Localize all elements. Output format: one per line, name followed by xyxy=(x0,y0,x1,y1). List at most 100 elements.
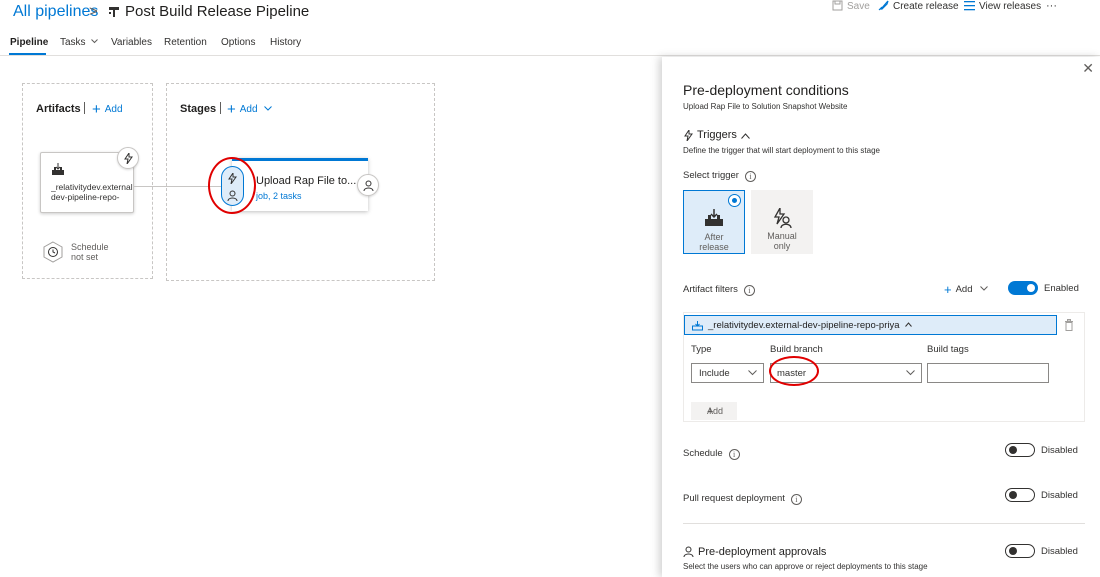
build-artifact-icon xyxy=(692,321,703,331)
pull-request-deployment-state: Disabled xyxy=(1041,490,1078,501)
build-branch-column-label: Build branch xyxy=(770,344,823,355)
add-stage-label: Add xyxy=(239,104,258,115)
add-artifact-filter-label: Add xyxy=(955,284,973,295)
plus-icon: + xyxy=(944,282,952,297)
radio-selected-icon xyxy=(728,194,741,207)
tab-retention[interactable]: Retention xyxy=(164,37,207,48)
artifact-filters-label: Artifact filters i xyxy=(683,284,755,296)
schedule-state: Disabled xyxy=(1041,445,1078,456)
artifact-filter-box: _relativitydev.external-dev-pipeline-rep… xyxy=(683,312,1085,422)
panel-subtitle: Upload Rap File to Solution Snapshot Web… xyxy=(683,102,848,111)
schedule-line-2: not set xyxy=(71,252,99,262)
rocket-icon xyxy=(878,0,889,11)
tab-bar: Pipeline Tasks Variables Retention Optio… xyxy=(0,34,1100,56)
chevron-up-icon xyxy=(905,322,913,327)
chevron-up-icon xyxy=(741,133,750,139)
triggers-heading: Triggers xyxy=(697,129,737,141)
trigger-icon xyxy=(684,130,693,141)
tab-tasks-label: Tasks xyxy=(60,37,86,48)
schedule-clock-icon[interactable] xyxy=(42,241,64,263)
add-artifact-filter-button[interactable]: + Add xyxy=(944,282,988,297)
chevron-down-icon xyxy=(264,106,273,111)
artifact-filters-label-text: Artifact filters xyxy=(683,284,738,295)
artifact-filters-toggle[interactable] xyxy=(1008,281,1038,295)
pull-request-deployment-toggle[interactable] xyxy=(1005,488,1035,502)
manual-trigger-icon xyxy=(773,208,792,228)
continuous-deployment-trigger-button[interactable] xyxy=(117,147,139,169)
chevron-down-icon xyxy=(91,39,99,44)
filter-type-select[interactable]: Include xyxy=(691,363,764,383)
info-icon[interactable]: i xyxy=(790,494,802,505)
trigger-option-manual-only[interactable]: Manual only xyxy=(751,190,813,254)
stage-summary-link[interactable]: job, 2 tasks xyxy=(256,191,302,201)
lightning-icon xyxy=(124,153,133,164)
add-artifact-button[interactable]: + Add xyxy=(92,101,123,118)
post-deployment-conditions-button[interactable] xyxy=(357,174,379,196)
trigger-after-release-line-1: After xyxy=(704,232,724,242)
breadcrumb-all-pipelines[interactable]: All pipelines xyxy=(13,3,98,21)
artifact-filter-name: _relativitydev.external-dev-pipeline-rep… xyxy=(708,320,913,331)
info-icon[interactable]: i xyxy=(728,449,740,460)
artifacts-separator xyxy=(84,102,85,114)
trigger-after-release-line-2: release xyxy=(699,242,729,252)
header-bar: All pipelines > Post Build Release Pipel… xyxy=(13,0,1057,21)
highlight-annotation-ring xyxy=(208,157,256,214)
page-title: Post Build Release Pipeline xyxy=(125,3,310,20)
schedule-label: Schedule i xyxy=(683,448,740,460)
release-pipeline-icon xyxy=(109,7,119,17)
pre-deployment-conditions-panel: ✕ Pre-deployment conditions Upload Rap F… xyxy=(662,57,1100,577)
stage-name: Upload Rap File to... xyxy=(256,175,357,187)
close-panel-button[interactable]: ✕ xyxy=(1082,60,1094,77)
highlight-annotation-ring xyxy=(769,356,819,386)
chevron-down-icon xyxy=(980,286,988,291)
schedule-status: Schedule not set xyxy=(71,242,109,262)
save-icon xyxy=(832,0,843,11)
trigger-manual-only-label: Manual only xyxy=(751,231,813,251)
artifact-filter-header[interactable]: _relativitydev.external-dev-pipeline-rep… xyxy=(684,315,1057,335)
tab-tasks[interactable]: Tasks xyxy=(60,37,99,48)
chevron-down-icon xyxy=(906,370,915,376)
info-icon[interactable]: i xyxy=(743,285,755,296)
trigger-manual-only-line-2: only xyxy=(773,241,791,251)
pre-deployment-approvals-state: Disabled xyxy=(1041,546,1078,557)
schedule-toggle[interactable] xyxy=(1005,443,1035,457)
add-filter-row-text: Add xyxy=(707,406,724,416)
plus-icon: + xyxy=(92,101,101,118)
active-tab-indicator xyxy=(9,53,46,55)
section-divider xyxy=(683,523,1085,524)
build-artifact-icon xyxy=(52,163,64,175)
pre-deployment-approvals-heading[interactable]: Pre-deployment approvals xyxy=(698,546,826,558)
pull-request-deployment-label: Pull request deployment i xyxy=(683,493,802,505)
tab-options[interactable]: Options xyxy=(221,37,255,48)
build-artifact-icon xyxy=(705,209,723,226)
trigger-option-after-release[interactable]: After release xyxy=(683,190,745,254)
artifact-filters-state: Enabled xyxy=(1044,283,1079,294)
tab-pipeline[interactable]: Pipeline xyxy=(10,37,48,48)
person-icon xyxy=(683,546,694,557)
type-column-label: Type xyxy=(691,344,712,355)
select-trigger-label-text: Select trigger xyxy=(683,170,739,181)
tab-variables[interactable]: Variables xyxy=(111,37,152,48)
build-tags-input[interactable] xyxy=(927,363,1049,383)
trigger-manual-only-line-1: Manual xyxy=(767,231,797,241)
breadcrumb-separator: > xyxy=(89,3,98,20)
person-icon xyxy=(363,180,374,191)
artifact-filter-name-text: _relativitydev.external-dev-pipeline-rep… xyxy=(708,320,900,331)
list-icon xyxy=(964,1,975,11)
schedule-line-1: Schedule xyxy=(71,242,109,252)
delete-icon[interactable] xyxy=(1064,319,1074,331)
panel-title: Pre-deployment conditions xyxy=(683,82,849,98)
chevron-down-icon xyxy=(748,370,757,376)
tab-history[interactable]: History xyxy=(270,37,301,48)
add-filter-row-button[interactable]: + Add xyxy=(691,402,737,420)
filter-type-value: Include xyxy=(699,368,730,379)
stages-separator xyxy=(220,102,221,114)
pull-request-deployment-label-text: Pull request deployment xyxy=(683,493,785,504)
pre-deployment-approvals-description: Select the users who can approve or reje… xyxy=(683,562,928,571)
trigger-after-release-label: After release xyxy=(684,232,744,252)
add-artifact-label: Add xyxy=(104,104,123,115)
pre-deployment-approvals-toggle[interactable] xyxy=(1005,544,1035,558)
artifacts-title: Artifacts xyxy=(36,103,81,115)
add-stage-button[interactable]: + Add xyxy=(227,101,273,118)
info-icon[interactable]: i xyxy=(744,171,756,182)
